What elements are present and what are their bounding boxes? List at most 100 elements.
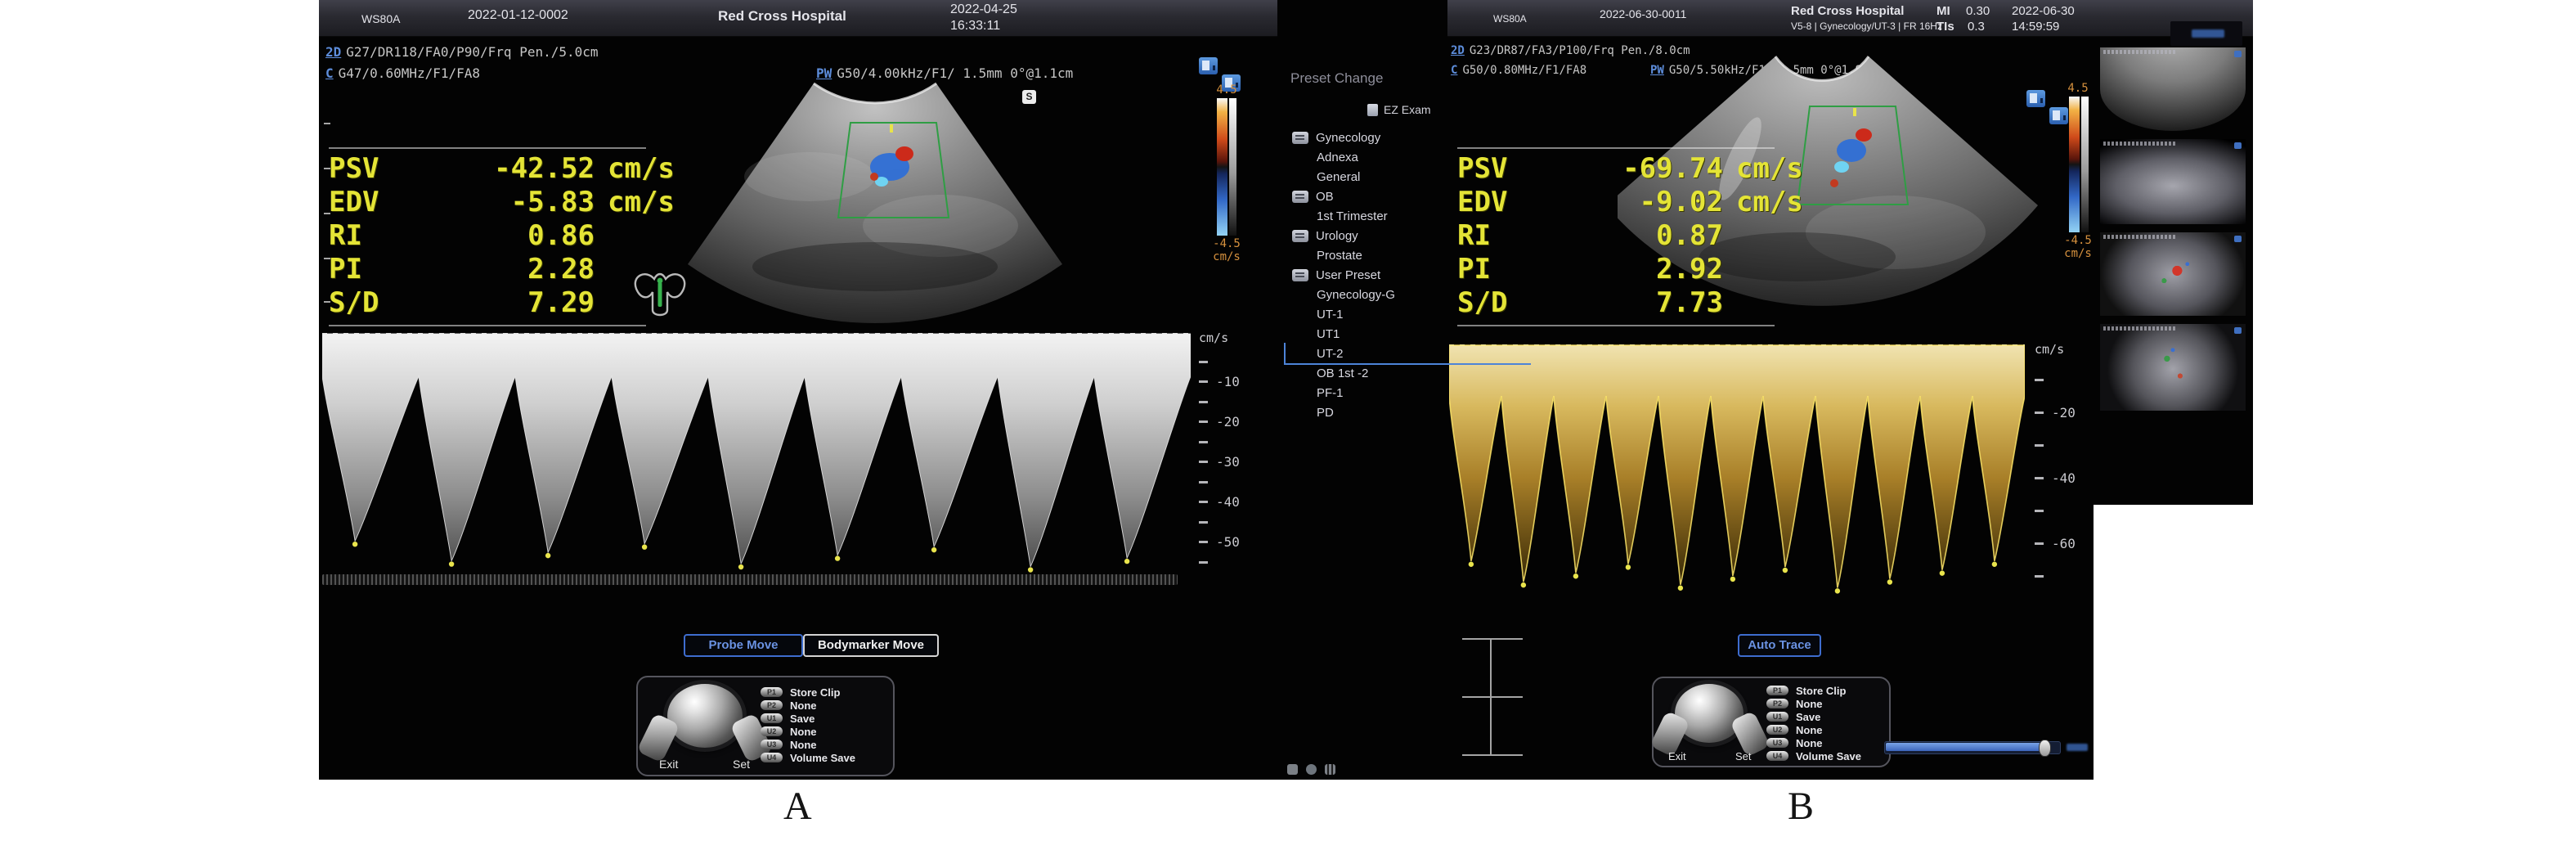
hardkey-pill: U3 [761, 740, 783, 749]
separator-line [1457, 147, 1775, 149]
tick-mark [1199, 521, 1208, 524]
pw-gate-marker[interactable] [890, 124, 893, 133]
preset-item-label: Gynecology-G [1317, 288, 1395, 302]
preset-item[interactable]: Gynecology-G [1289, 285, 1452, 304]
peak-caliper-dot [1521, 582, 1526, 587]
thumbnail-2[interactable] [2100, 139, 2246, 224]
peak-caliper-dot [738, 564, 743, 569]
preset-item[interactable]: PF-1 [1289, 383, 1452, 403]
measurement-value: -42.52 [427, 152, 595, 186]
preset-item[interactable]: Adnexa [1289, 147, 1452, 167]
colorbar-max-label: 4.5 [1208, 83, 1245, 97]
preset-item[interactable]: Gynecology [1289, 128, 1452, 147]
colorbar-min-label: -4.5 [1208, 237, 1245, 250]
peak-caliper-dot [1887, 579, 1892, 584]
usb-icon [1325, 764, 1335, 775]
hospital-name: Red Cross Hospital [1791, 4, 1904, 18]
pw-gate-marker[interactable] [1853, 108, 1856, 116]
measurement-label: PSV [1457, 152, 1555, 186]
exam-date: 2022-04-25 [950, 2, 1017, 17]
preset-item[interactable]: UT-1 [1289, 304, 1452, 324]
spectral-doppler-b[interactable] [1449, 344, 2025, 615]
hardkey-pill: U3 [1766, 738, 1788, 748]
trackball [667, 684, 743, 748]
measurement-value: 7.29 [427, 286, 595, 320]
peak-caliper-dot [352, 542, 357, 546]
exit-label: Exit [659, 758, 678, 771]
hardkey-legend-row: U1 Save [1766, 710, 1861, 723]
button-text-smudge [2192, 29, 2224, 38]
thumbnail-3[interactable] [2100, 232, 2246, 316]
tick-mark [2035, 379, 2044, 381]
measurement-row: EDV -5.83 cm/s [329, 186, 713, 219]
peak-caliper-dot [1573, 573, 1578, 578]
thumbnail-panel-button[interactable] [2170, 21, 2242, 46]
preset-item-label: PD [1317, 406, 1334, 420]
axis-tick [1199, 352, 1240, 372]
tis-value: 0.3 [1968, 20, 1985, 34]
thumbnail-4[interactable] [2100, 324, 2246, 411]
tick-label: -40 [2052, 470, 2076, 486]
preset-item[interactable]: General [1289, 167, 1452, 187]
measurement-row: RI 0.86 [329, 219, 713, 253]
preset-item[interactable]: Urology [1289, 226, 1452, 245]
hardkey-label: Store Clip [1796, 685, 1846, 697]
hospital-name: Red Cross Hospital [718, 8, 846, 25]
preset-item-label: Prostate [1317, 249, 1362, 263]
tick-label: -50 [1216, 534, 1240, 550]
peak-caliper-dot [1783, 568, 1788, 573]
measurement-value: -5.83 [427, 186, 595, 219]
separator-line [329, 147, 646, 149]
mode-color-tag: C [325, 65, 334, 81]
measurement-value: 2.92 [1555, 253, 1723, 286]
hardkey-label: None [790, 739, 817, 751]
tech-line-2d: 2DG27/DR118/FA0/P90/Frq Pen./5.0cm [325, 44, 599, 60]
preset-item[interactable]: Prostate [1289, 245, 1452, 265]
slider-handle[interactable] [2039, 740, 2051, 757]
peak-caliper-dot [1940, 570, 1945, 575]
cine-slider[interactable] [1884, 741, 2061, 754]
preset-item[interactable]: OB [1289, 187, 1452, 206]
layout-single-icon[interactable] [2026, 90, 2045, 107]
hardkey-label: Save [790, 713, 815, 725]
preset-item[interactable]: UT-2 [1289, 344, 1452, 363]
thumbnail-1[interactable] [2100, 47, 2246, 131]
layout-single-icon[interactable] [1199, 57, 1218, 74]
exam-date: 2022-06-30 [2012, 4, 2075, 18]
tick-mark [2035, 575, 2044, 578]
preset-item[interactable]: OB 1st -2 [1289, 363, 1452, 383]
preset-item[interactable]: User Preset [1289, 265, 1452, 285]
figure-label-b: B [1788, 784, 1814, 829]
measurement-value: 0.87 [1555, 219, 1723, 253]
layout-split-icon[interactable] [2049, 107, 2068, 124]
preset-item[interactable]: PD [1289, 403, 1452, 422]
preset-item-label: OB [1316, 190, 1334, 204]
color-doppler-bar [1217, 98, 1227, 236]
spectral-doppler-a[interactable] [322, 332, 1191, 605]
measurement-unit [1723, 219, 1842, 253]
measurement-label: RI [1457, 219, 1555, 253]
hardkey-pill: P1 [1766, 686, 1788, 695]
auto-trace-button[interactable]: Auto Trace [1738, 634, 1821, 657]
hardkey-pill: U4 [761, 753, 783, 762]
ez-exam-label: EZ Exam [1384, 103, 1431, 116]
probe-move-button[interactable]: Probe Move [684, 634, 803, 657]
colorbar-min-label: -4.5 [2059, 234, 2097, 247]
axis-tick: -10 [1199, 372, 1240, 393]
preset-item-label: OB 1st -2 [1317, 367, 1368, 380]
tick-mark [1199, 380, 1208, 383]
measurement-unit: cm/s [1723, 186, 1842, 219]
depth-tick [324, 123, 330, 124]
ez-exam-button[interactable]: EZ Exam [1367, 103, 1431, 116]
mode-color-params: G50/0.80MHz/F1/FA8 [1462, 64, 1586, 77]
preset-item[interactable]: 1st Trimester [1289, 206, 1452, 226]
folder-icon [1292, 269, 1308, 281]
folder-icon [1292, 230, 1308, 242]
probe-position-marker [658, 282, 662, 307]
axis-tick: -30 [1199, 452, 1240, 473]
preset-item[interactable]: UT1 [1289, 324, 1452, 344]
bodymarker-move-button[interactable]: Bodymarker Move [803, 634, 939, 657]
axis-tick: -20 [2035, 396, 2076, 429]
axis-unit-label: cm/s [1199, 331, 1240, 352]
tick-mark [2035, 412, 2044, 414]
